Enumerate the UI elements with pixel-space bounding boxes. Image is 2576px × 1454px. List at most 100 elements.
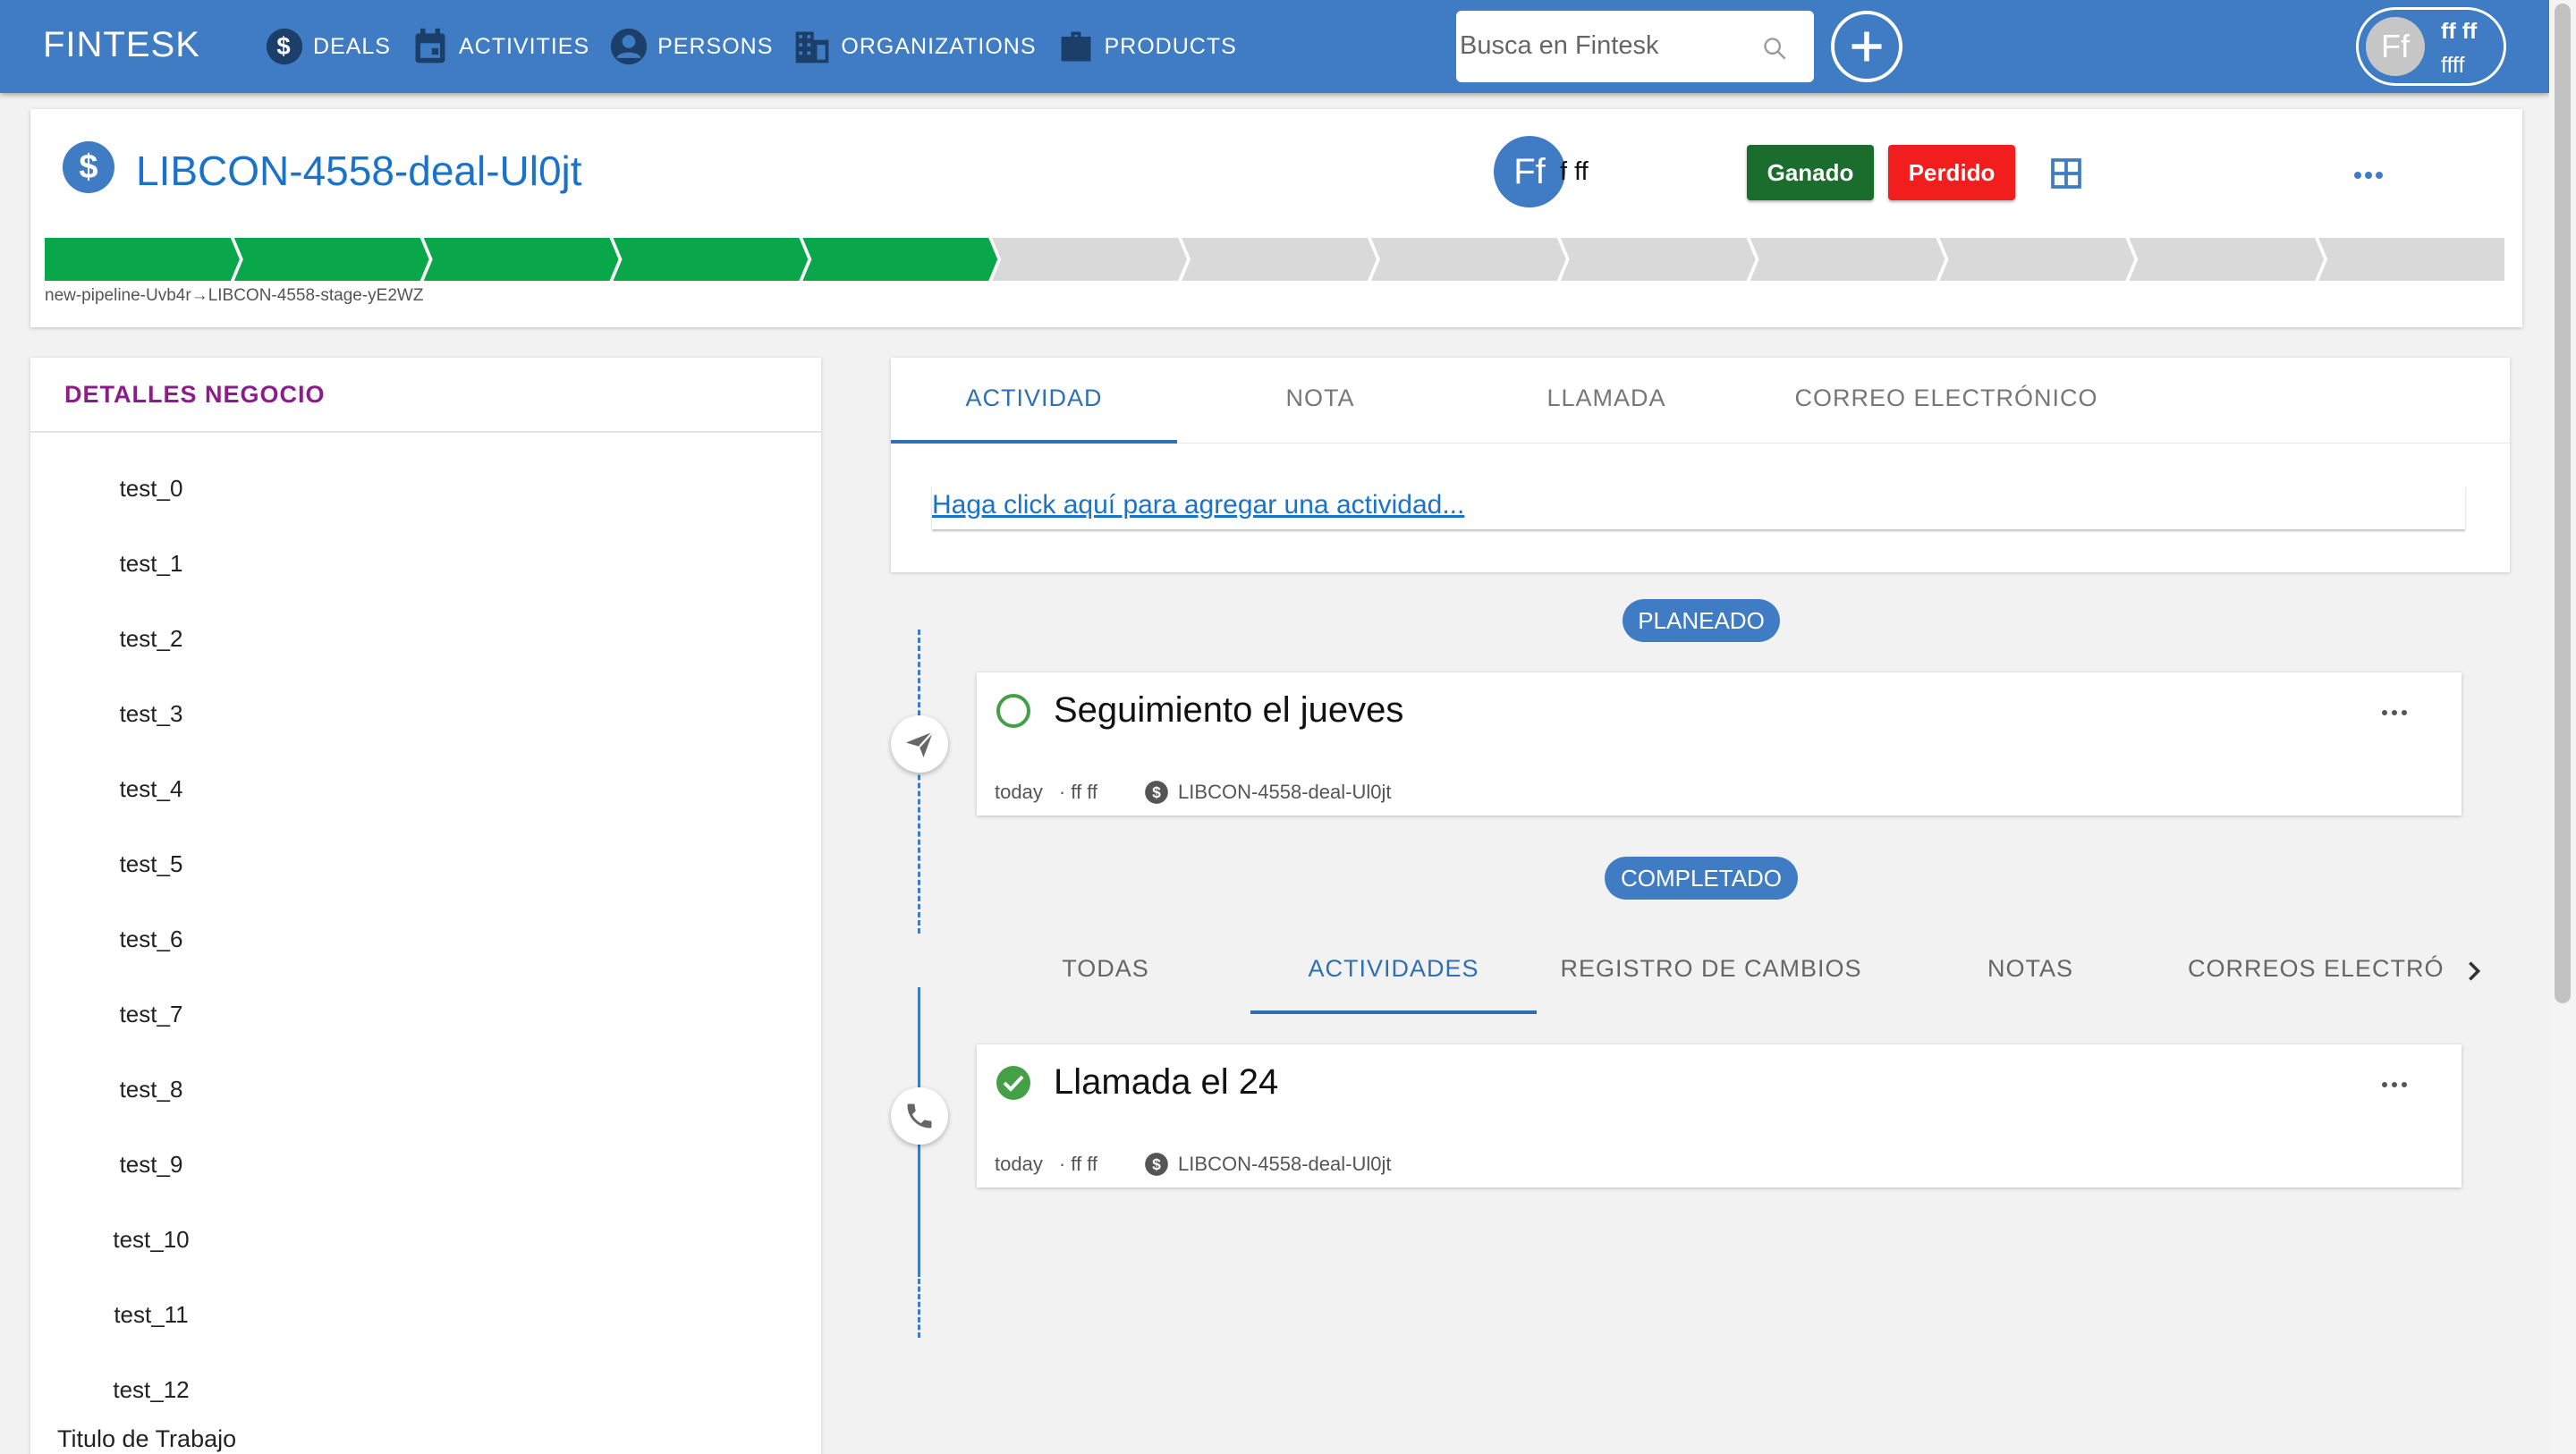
detail-field-label: test_11 — [114, 1300, 189, 1328]
active-tab-indicator — [1250, 1010, 1537, 1014]
briefcase-icon — [1061, 31, 1090, 62]
svg-text:$: $ — [1152, 783, 1161, 801]
pipeline-stage-pending[interactable] — [1370, 238, 1566, 281]
detail-field-label: test_0 — [119, 474, 183, 502]
detail-field-label: test_2 — [119, 624, 183, 652]
add-activity-field[interactable]: Haga click aquí para agregar una activid… — [932, 485, 2465, 529]
nav-activities[interactable]: ACTIVITIES — [411, 23, 589, 70]
lost-button[interactable]: Perdido — [1888, 145, 2015, 200]
dollar-icon: $ — [1145, 1153, 1168, 1176]
pipeline-stage-pending[interactable] — [1182, 238, 1377, 281]
svg-text:$: $ — [1152, 1155, 1161, 1173]
activity-date: today — [995, 1153, 1043, 1175]
search-box — [1456, 11, 1814, 82]
deal-details-panel: DETALLES NEGOCIO test_0 test_1 test_2 test_… — [30, 358, 821, 1454]
activity-meta: today · ff ff $ LIBCON-4558-deal-Ul0jt — [995, 780, 1391, 805]
user-menu[interactable]: Ff ff ff ffff — [2356, 7, 2506, 86]
main-nav: $ DEALS ACTIVITIES PERSONS ORGANIZATIONS… — [265, 23, 1257, 70]
nav-label: ORGANIZATIONS — [841, 33, 1037, 59]
detail-field-label: test_1 — [119, 549, 183, 577]
dollar-icon: $ — [266, 28, 303, 65]
activity-deal-link[interactable]: LIBCON-4558-deal-Ul0jt — [1178, 781, 1391, 804]
grid-view-icon[interactable] — [2050, 157, 2082, 190]
field-label-job-title: Titulo de Trabajo — [57, 1425, 237, 1452]
detail-field-label: test_8 — [119, 1075, 183, 1103]
pipeline-stage-pending[interactable] — [992, 238, 1188, 281]
pipeline-stage-completed[interactable] — [233, 238, 429, 281]
add-activity-link[interactable]: Haga click aquí para agregar una activid… — [932, 490, 1464, 520]
won-button[interactable]: Ganado — [1747, 145, 1874, 200]
check-circle-icon[interactable] — [995, 1064, 1032, 1102]
nav-persons[interactable]: PERSONS — [609, 23, 773, 70]
deal-title[interactable]: LIBCON-4558-deal-Ul0jt — [136, 147, 582, 195]
details-title: DETALLES NEGOCIO — [64, 381, 326, 408]
active-tab-indicator — [891, 440, 1177, 444]
tab-notas[interactable]: NOTAS — [1887, 955, 2174, 991]
add-button[interactable] — [1831, 11, 1902, 82]
activity-card-completed[interactable]: Llamada el 24 today · ff ff $ LIBCON-455… — [977, 1044, 2462, 1188]
pipeline-stage-pending[interactable] — [1939, 238, 2135, 281]
breadcrumb[interactable]: new-pipeline-Uvb4r→LIBCON-4558-stage-yE2… — [45, 286, 423, 306]
detail-field-label: test_4 — [119, 774, 183, 802]
tab-registro-cambios[interactable]: REGISTRO DE CAMBIOS — [1537, 955, 1885, 991]
nav-label: PRODUCTS — [1104, 33, 1237, 59]
tab-nota[interactable]: NOTA — [1177, 385, 1463, 420]
search-icon[interactable] — [1762, 36, 1787, 61]
pipeline-stage-completed[interactable] — [45, 238, 240, 281]
nav-organizations[interactable]: ORGANIZATIONS — [792, 23, 1036, 70]
completed-badge: COMPLETADO — [1605, 857, 1798, 900]
pipeline-stage-pending[interactable] — [1750, 238, 1945, 281]
chevron-right-icon[interactable] — [2462, 959, 2487, 984]
detail-field-label: test_3 — [119, 699, 183, 727]
phone-icon — [907, 1103, 932, 1129]
top-app-bar: FINTESK $ DEALS ACTIVITIES PERSONS ORGAN… — [0, 0, 2549, 93]
activity-type-node — [891, 1087, 948, 1145]
scrollbar-thumb[interactable] — [2555, 4, 2571, 1003]
tab-todas[interactable]: TODAS — [962, 955, 1249, 991]
detail-field-label: test_7 — [119, 1000, 183, 1027]
tab-actividades[interactable]: ACTIVIDADES — [1250, 955, 1537, 991]
dollar-icon: $ — [63, 141, 114, 193]
more-options-icon[interactable] — [2381, 708, 2408, 717]
detail-field-label: test_12 — [113, 1375, 190, 1403]
person-icon — [610, 28, 648, 65]
search-input[interactable] — [1460, 23, 1764, 68]
unchecked-circle-icon[interactable] — [995, 692, 1032, 730]
pipeline-stage-pending[interactable] — [2129, 238, 2325, 281]
more-options-icon[interactable] — [2352, 170, 2385, 181]
activity-title[interactable]: Llamada el 24 — [1054, 1062, 1278, 1103]
tab-llamada[interactable]: LLAMADA — [1463, 385, 1750, 420]
owner-name[interactable]: f ff — [1560, 157, 1589, 187]
pipeline-stage-pending[interactable] — [2318, 238, 2504, 281]
pipeline-stage-completed[interactable] — [613, 238, 809, 281]
nav-label: ACTIVITIES — [458, 33, 590, 59]
user-name: ff ff — [2441, 19, 2478, 44]
divider — [30, 431, 821, 433]
detail-field-label: test_6 — [119, 925, 183, 952]
activity-deal-link[interactable]: LIBCON-4558-deal-Ul0jt — [1178, 1153, 1391, 1176]
user-subtitle: ffff — [2441, 53, 2465, 78]
activity-date: today — [995, 781, 1043, 803]
brand-logo[interactable]: FINTESK — [43, 25, 200, 65]
owner-avatar[interactable]: Ff — [1494, 136, 1565, 207]
activity-owner: · ff ff — [1058, 781, 1098, 803]
detail-field-label: test_9 — [119, 1150, 183, 1178]
svg-text:$: $ — [276, 32, 292, 60]
pipeline-stage-completed[interactable] — [802, 238, 998, 281]
more-options-icon[interactable] — [2381, 1080, 2408, 1089]
nav-deals[interactable]: $ DEALS — [265, 23, 391, 70]
timeline-line — [918, 1279, 920, 1338]
nav-label: DEALS — [313, 33, 391, 59]
activity-card-planned[interactable]: Seguimiento el jueves today · ff ff $ LI… — [977, 672, 2462, 816]
activity-title[interactable]: Seguimiento el jueves — [1054, 690, 1403, 731]
building-icon — [796, 31, 829, 63]
nav-products[interactable]: PRODUCTS — [1056, 23, 1237, 70]
nav-label: PERSONS — [657, 33, 774, 59]
detail-field-label: test_10 — [113, 1225, 190, 1253]
pipeline-stage-completed[interactable] — [423, 238, 619, 281]
planned-badge: PLANEADO — [1623, 599, 1780, 642]
tab-actividad[interactable]: ACTIVIDAD — [891, 385, 1177, 420]
pipeline-stage-pending[interactable] — [1560, 238, 1756, 281]
tab-correo[interactable]: CORREO ELECTRÓNICO — [1750, 385, 2143, 420]
tab-correos[interactable]: CORREOS ELECTRÓ — [2188, 955, 2447, 991]
